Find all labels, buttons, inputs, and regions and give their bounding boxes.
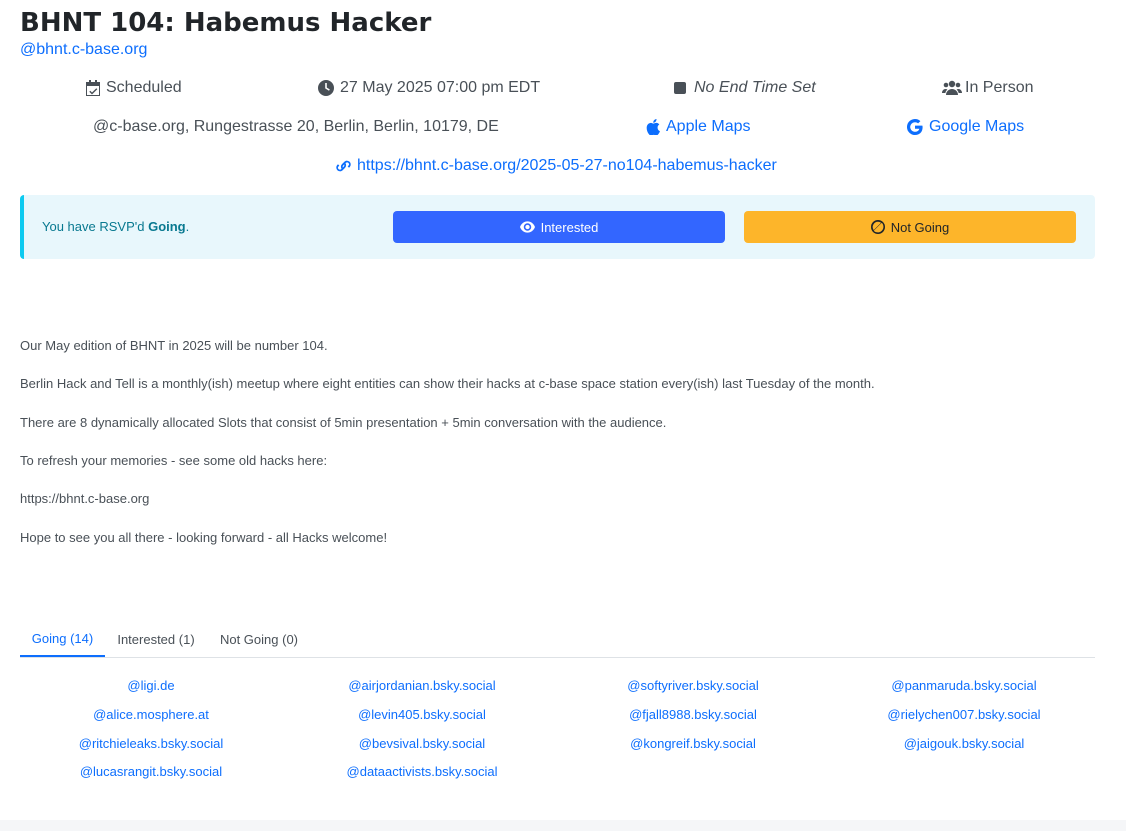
rsvp-status-text: You have RSVP'd Going. xyxy=(42,219,189,234)
attendee-tabs: Going (14) Interested (1) Not Going (0) xyxy=(20,622,1095,658)
attendee-link[interactable]: @ritchieleaks.bsky.social xyxy=(17,736,285,751)
rsvp-not-going-label: Not Going xyxy=(890,219,950,235)
event-end-label: No End Time Set xyxy=(694,79,816,96)
attendee-link[interactable]: @alice.mosphere.at xyxy=(17,707,285,722)
description-paragraph: https://bhnt.c-base.org xyxy=(20,491,150,506)
event-mode-label: In Person xyxy=(965,79,1034,96)
event-url-link[interactable]: https://bhnt.c-base.org/2025-05-27-no104… xyxy=(334,157,777,175)
description-paragraph: Hope to see you all there - looking forw… xyxy=(20,530,388,545)
attendee-link[interactable]: @kongreif.bsky.social xyxy=(559,736,827,751)
page-footer-strip xyxy=(0,820,1126,831)
apple-icon xyxy=(646,119,660,135)
event-address-label: @c-base.org, Rungestrasse 20, Berlin, Be… xyxy=(93,118,499,135)
link-icon xyxy=(336,160,351,172)
attendee-link[interactable]: @rielychen007.bsky.social xyxy=(830,707,1098,722)
description-paragraph: Berlin Hack and Tell is a monthly(ish) m… xyxy=(20,376,875,391)
rsvp-interested-button[interactable]: Interested xyxy=(393,211,725,243)
rsvp-prefix: You have RSVP'd xyxy=(42,219,149,234)
users-icon xyxy=(942,80,962,95)
description-paragraph: There are 8 dynamically allocated Slots … xyxy=(20,415,667,430)
event-mode: In Person xyxy=(942,79,1033,97)
rsvp-state: Going xyxy=(148,219,186,234)
eye-icon xyxy=(519,221,535,233)
attendee-link[interactable]: @airjordanian.bsky.social xyxy=(288,678,556,693)
rsvp-panel: You have RSVP'd Going. Interested Not Go… xyxy=(20,195,1095,259)
tab-going[interactable]: Going (14) xyxy=(20,622,105,657)
event-address: @c-base.org, Rungestrasse 20, Berlin, Be… xyxy=(93,118,499,136)
clock-icon xyxy=(318,80,334,96)
event-status: Scheduled xyxy=(86,79,182,97)
attendee-link[interactable]: @bevsival.bsky.social xyxy=(288,736,556,751)
attendee-link[interactable]: @softyriver.bsky.social xyxy=(559,678,827,693)
attendee-link[interactable]: @dataactivists.bsky.social xyxy=(288,764,556,779)
tab-interested[interactable]: Interested (1) xyxy=(108,622,204,656)
tab-not-going[interactable]: Not Going (0) xyxy=(211,622,307,656)
rsvp-interested-label: Interested xyxy=(540,219,599,235)
apple-maps-label: Apple Maps xyxy=(666,118,751,135)
organizer-handle-link[interactable]: @bhnt.c-base.org xyxy=(20,41,147,59)
attendee-link[interactable]: @panmaruda.bsky.social xyxy=(830,678,1098,693)
attendee-link[interactable]: @jaigouk.bsky.social xyxy=(830,736,1098,751)
rsvp-not-going-button[interactable]: Not Going xyxy=(744,211,1076,243)
attendee-link[interactable]: @fjall8988.bsky.social xyxy=(559,707,827,722)
event-end: No End Time Set xyxy=(674,79,816,97)
description-paragraph: Our May edition of BHNT in 2025 will be … xyxy=(20,338,328,353)
event-url-label: https://bhnt.c-base.org/2025-05-27-no104… xyxy=(357,157,777,174)
event-status-label: Scheduled xyxy=(106,79,182,96)
event-title: BHNT 104: Habemus Hacker xyxy=(20,8,432,38)
event-start-label: 27 May 2025 07:00 pm EDT xyxy=(340,79,541,96)
attendee-link[interactable]: @levin405.bsky.social xyxy=(288,707,556,722)
event-start: 27 May 2025 07:00 pm EDT xyxy=(318,79,540,97)
attendee-link[interactable]: @ligi.de xyxy=(17,678,285,693)
calendar-check-icon xyxy=(86,80,100,96)
rsvp-suffix: . xyxy=(185,219,190,234)
google-maps-label: Google Maps xyxy=(929,118,1025,135)
description-paragraph: To refresh your memories - see some old … xyxy=(20,453,328,468)
apple-maps-link[interactable]: Apple Maps xyxy=(646,118,751,136)
google-icon xyxy=(907,119,923,135)
google-maps-link[interactable]: Google Maps xyxy=(907,118,1024,136)
attendee-link[interactable]: @lucasrangit.bsky.social xyxy=(17,764,285,779)
ban-icon xyxy=(870,220,885,234)
stop-square-icon xyxy=(674,82,686,94)
